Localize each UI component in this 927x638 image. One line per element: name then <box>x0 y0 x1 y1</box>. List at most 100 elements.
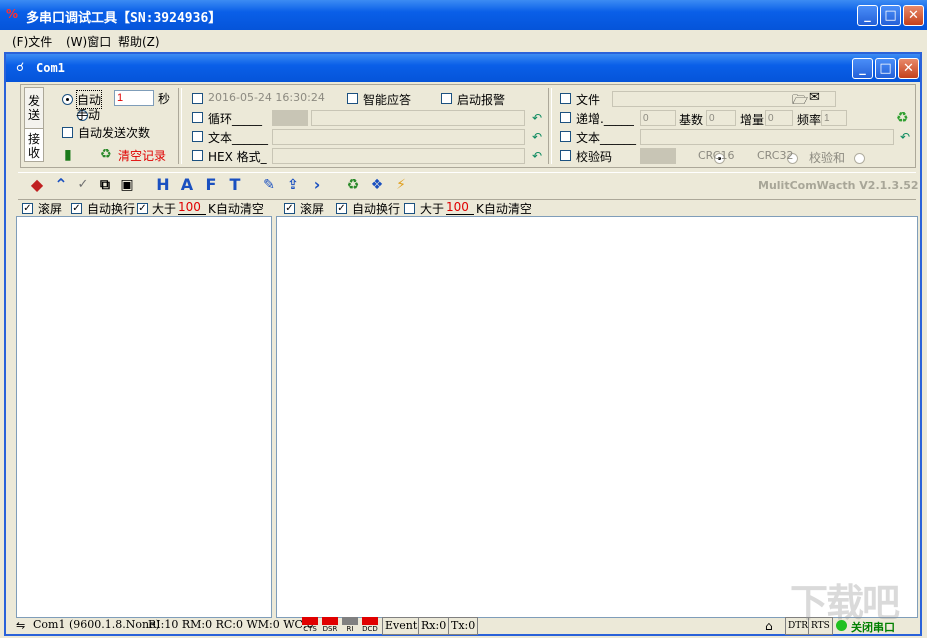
separator <box>548 88 552 164</box>
step-field[interactable] <box>765 110 793 126</box>
manual-label: 手动 <box>76 108 101 122</box>
left-greater-checkbox[interactable]: ✓ <box>137 203 148 214</box>
receive-text-pane[interactable] <box>276 216 918 618</box>
checksum-checkbox[interactable] <box>560 150 571 161</box>
port-icon: ⇋ <box>16 619 26 632</box>
crc32-label: CRC32 <box>757 149 794 162</box>
right-greater-checkbox[interactable] <box>404 203 415 214</box>
right-scroll-label: 滚屏 <box>300 202 325 216</box>
menu-help[interactable]: 帮助(Z) <box>118 33 160 50</box>
port-info: Com1 (9600.1.8.None) <box>33 618 160 631</box>
open-folder-icon[interactable]: 🗁 <box>792 91 808 113</box>
hex-field[interactable] <box>272 148 525 164</box>
tab-send[interactable]: 发送 <box>24 87 44 129</box>
timestamp-checkbox[interactable] <box>192 93 203 104</box>
send-loop-icon[interactable]: ↶ <box>530 111 544 125</box>
interval-input[interactable] <box>114 90 154 106</box>
clear-record-button[interactable]: 清空记录 <box>118 147 166 164</box>
freq-label: 频率 <box>797 113 822 127</box>
right-text-field[interactable] <box>640 129 894 145</box>
tx-counter: Tx:0 <box>448 617 479 635</box>
right-wrap-label: 自动换行 <box>352 202 401 216</box>
right-text-checkbox[interactable] <box>560 131 571 142</box>
menu-file[interactable]: (F)文件 <box>12 33 52 50</box>
text-checkbox[interactable] <box>192 131 203 142</box>
counters: RI:10 RM:0 RC:0 WM:0 WC:0 <box>148 618 314 631</box>
child-maximize-button[interactable]: □ <box>875 58 896 79</box>
left-wrap-checkbox[interactable]: ✓ <box>71 203 82 214</box>
checkmark-icon[interactable]: ✓ <box>72 174 94 196</box>
copy-icon[interactable]: ⧉ <box>94 174 116 196</box>
led-cts: CTS <box>302 617 318 635</box>
color-shapes-icon[interactable]: ◆ <box>26 174 48 196</box>
child-titlebar: ☌ Com1 _ □ ✕ <box>6 54 920 82</box>
toolbar-f[interactable]: F <box>200 174 222 196</box>
loop-label: 循环_____ <box>208 112 263 126</box>
send-hex-icon[interactable]: ↶ <box>530 149 544 163</box>
send-file-icon[interactable]: ✉ <box>809 90 820 105</box>
auto-count-label: 自动发送次数 <box>78 126 151 140</box>
door-icon[interactable]: ▮ <box>64 147 72 163</box>
start-alarm-checkbox[interactable] <box>441 93 452 104</box>
child-minimize-button[interactable]: _ <box>852 58 873 79</box>
toolbar-a[interactable]: A <box>176 174 198 196</box>
app-icon: % <box>6 7 19 21</box>
send-text-pane[interactable] <box>16 216 272 618</box>
plugin-icon[interactable]: ❖ <box>366 174 388 196</box>
recycle-icon[interactable]: ♻ <box>896 110 909 126</box>
freq-field[interactable] <box>821 110 847 126</box>
pen-icon[interactable]: ✎ <box>258 174 280 196</box>
child-close-button[interactable]: ✕ <box>898 58 919 79</box>
text-label: 文本______ <box>208 131 269 145</box>
next-icon[interactable]: › <box>306 174 328 196</box>
loop-checkbox[interactable] <box>192 112 203 123</box>
auto-count-checkbox[interactable] <box>62 127 73 138</box>
right-scroll-checkbox[interactable]: ✓ <box>284 203 295 214</box>
right-limit-value[interactable]: 100 <box>446 200 474 215</box>
maximize-button[interactable]: □ <box>880 5 901 26</box>
tab-send-label: 发送 <box>28 94 41 122</box>
left-scroll-checkbox[interactable]: ✓ <box>22 203 33 214</box>
tab-receive[interactable]: 接收 <box>24 128 44 162</box>
recycle-bin-icon[interactable]: ♻ <box>342 174 364 196</box>
smart-reply-checkbox[interactable] <box>347 93 358 104</box>
loop-field[interactable] <box>311 110 525 126</box>
menu-window[interactable]: (W)窗口 <box>66 33 111 50</box>
left-limit-value[interactable]: 100 <box>178 200 206 215</box>
text-field[interactable] <box>272 129 525 145</box>
left-scroll-label: 滚屏 <box>38 202 63 216</box>
checksum-sum-label: 校验和 <box>809 151 846 165</box>
close-button[interactable]: ✕ <box>903 5 924 26</box>
right-wrap-checkbox[interactable]: ✓ <box>336 203 347 214</box>
checksum-label: 校验码 <box>576 150 613 164</box>
window-icon[interactable]: ▣ <box>116 174 138 196</box>
toolbar-t[interactable]: T <box>224 174 246 196</box>
bridge-icon: ⌂ <box>765 619 773 633</box>
increment-label: 递增._____ <box>576 112 634 126</box>
right-clear-k-label: K自动清空 <box>476 202 532 216</box>
up-icon[interactable]: ⌃ <box>50 174 72 196</box>
window-title: 多串口调试工具【SN:3924936】 <box>26 11 222 26</box>
send-right-text-icon[interactable]: ↶ <box>898 130 912 144</box>
send-text-icon[interactable]: ↶ <box>530 130 544 144</box>
auto-radio[interactable] <box>62 94 73 105</box>
plug-icon: ☌ <box>16 60 25 74</box>
led-dsr: DSR <box>322 617 338 635</box>
loop-small-field[interactable] <box>272 110 308 126</box>
base-label: 基数 <box>679 113 704 127</box>
hex-checkbox[interactable] <box>192 150 203 161</box>
increment-field[interactable] <box>640 110 676 126</box>
toolbar-h[interactable]: H <box>152 174 174 196</box>
lightning-icon[interactable]: ⚡ <box>390 174 412 196</box>
minimize-button[interactable]: _ <box>857 5 878 26</box>
separator <box>178 88 182 164</box>
checksum-field[interactable] <box>640 148 676 164</box>
com-child-window: ☌ Com1 _ □ ✕ 发送 接收 自动 手动 秒 自动发送次数 ▮ ♻ 清空… <box>4 52 922 636</box>
file-checkbox[interactable] <box>560 93 571 104</box>
rx-counter: Rx:0 <box>418 617 450 635</box>
base-field[interactable] <box>706 110 736 126</box>
led-ri: RI <box>342 617 358 635</box>
clear-record-icon[interactable]: ♻ <box>100 147 112 162</box>
export-icon[interactable]: ⇪ <box>282 174 304 196</box>
increment-checkbox[interactable] <box>560 112 571 123</box>
